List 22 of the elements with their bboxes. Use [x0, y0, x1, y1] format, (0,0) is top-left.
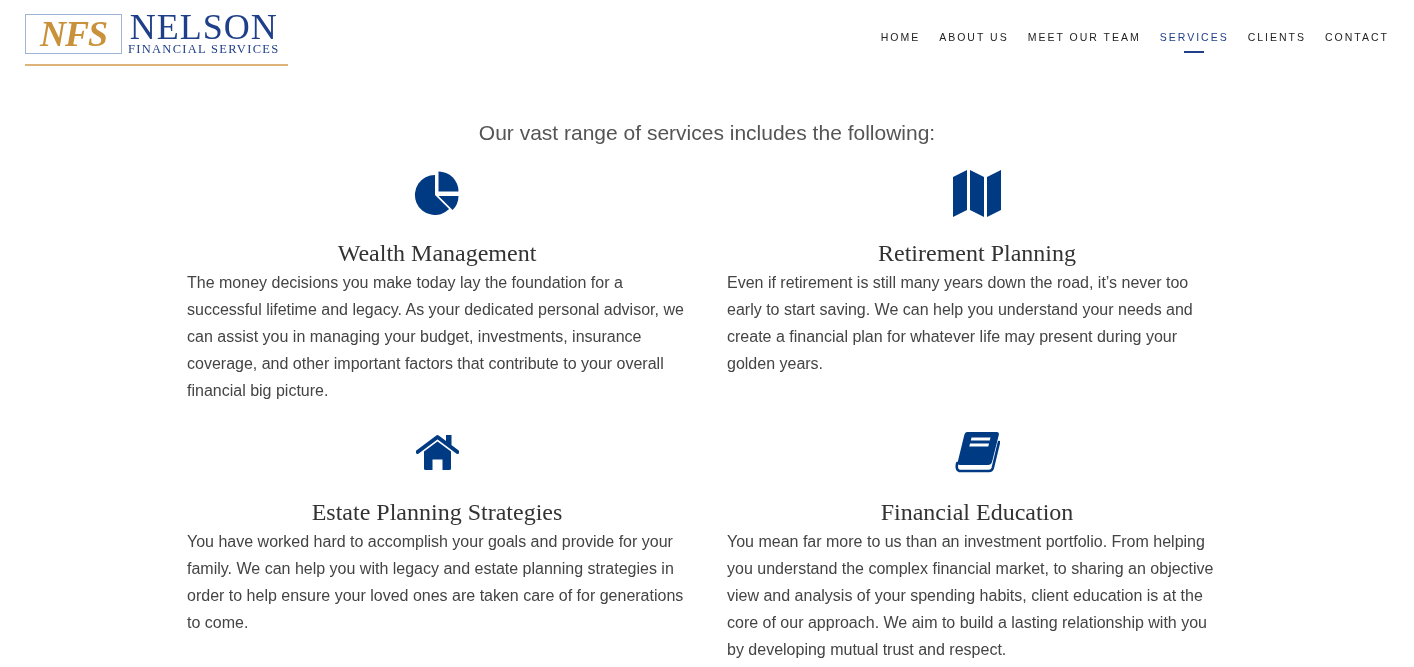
house-icon — [415, 434, 459, 470]
nav-link[interactable]: CLIENTS — [1247, 31, 1307, 53]
section-heading: Our vast range of services includes the following: — [477, 120, 937, 146]
service-title: Financial Education — [879, 498, 1075, 527]
service-description: The money decisions you make today lay the foundation for a successful lifetime and legacy. As your dedicated personal advisor, we can assist you in managing your budget, investments, insurance coverage, and other important factors that contribute to your overall financial big picture. — [187, 273, 685, 401]
nav-link[interactable]: SERVICES — [1159, 31, 1229, 53]
logo-name: NELSON — [129, 12, 278, 42]
service-title: Estate Planning Strategies — [310, 498, 564, 527]
book-icon — [954, 431, 1000, 473]
logo-tagline: FINANCIAL SERVICES — [128, 42, 280, 56]
service-title: Wealth Management — [336, 239, 538, 268]
nav-link[interactable]: ABOUT US — [939, 31, 1009, 53]
nav-link[interactable]: HOME — [880, 31, 921, 53]
map-icon — [953, 168, 1001, 218]
logo-monogram: NFS — [25, 14, 122, 54]
pie-chart-icon — [414, 171, 460, 215]
service-title: Retirement Planning — [877, 239, 1077, 268]
nav-link[interactable]: CONTACT — [1325, 31, 1389, 53]
service-description: You have worked hard to accomplish your goals and provide for your family. We can help you with legacy and estate planning strategies in order to help ensure your loved ones are taken care of for generations to come. — [187, 532, 685, 633]
service-description: You mean far more to us than an investment portfolio. From helping you understand the complex financial market, to sharing an objective view and analysis of your spending habits, client education is at the core of our approach. We aim to build a lasting relationship with you by developing mutual trust and respect. — [727, 532, 1215, 660]
service-description: Even if retirement is still many years down the road, it’s never too early to start saving. We can help you understand your needs and create a financial plan for whatever life may present during your golden years. — [727, 273, 1194, 374]
nav-link[interactable]: MEET OUR TEAM — [1027, 31, 1141, 53]
